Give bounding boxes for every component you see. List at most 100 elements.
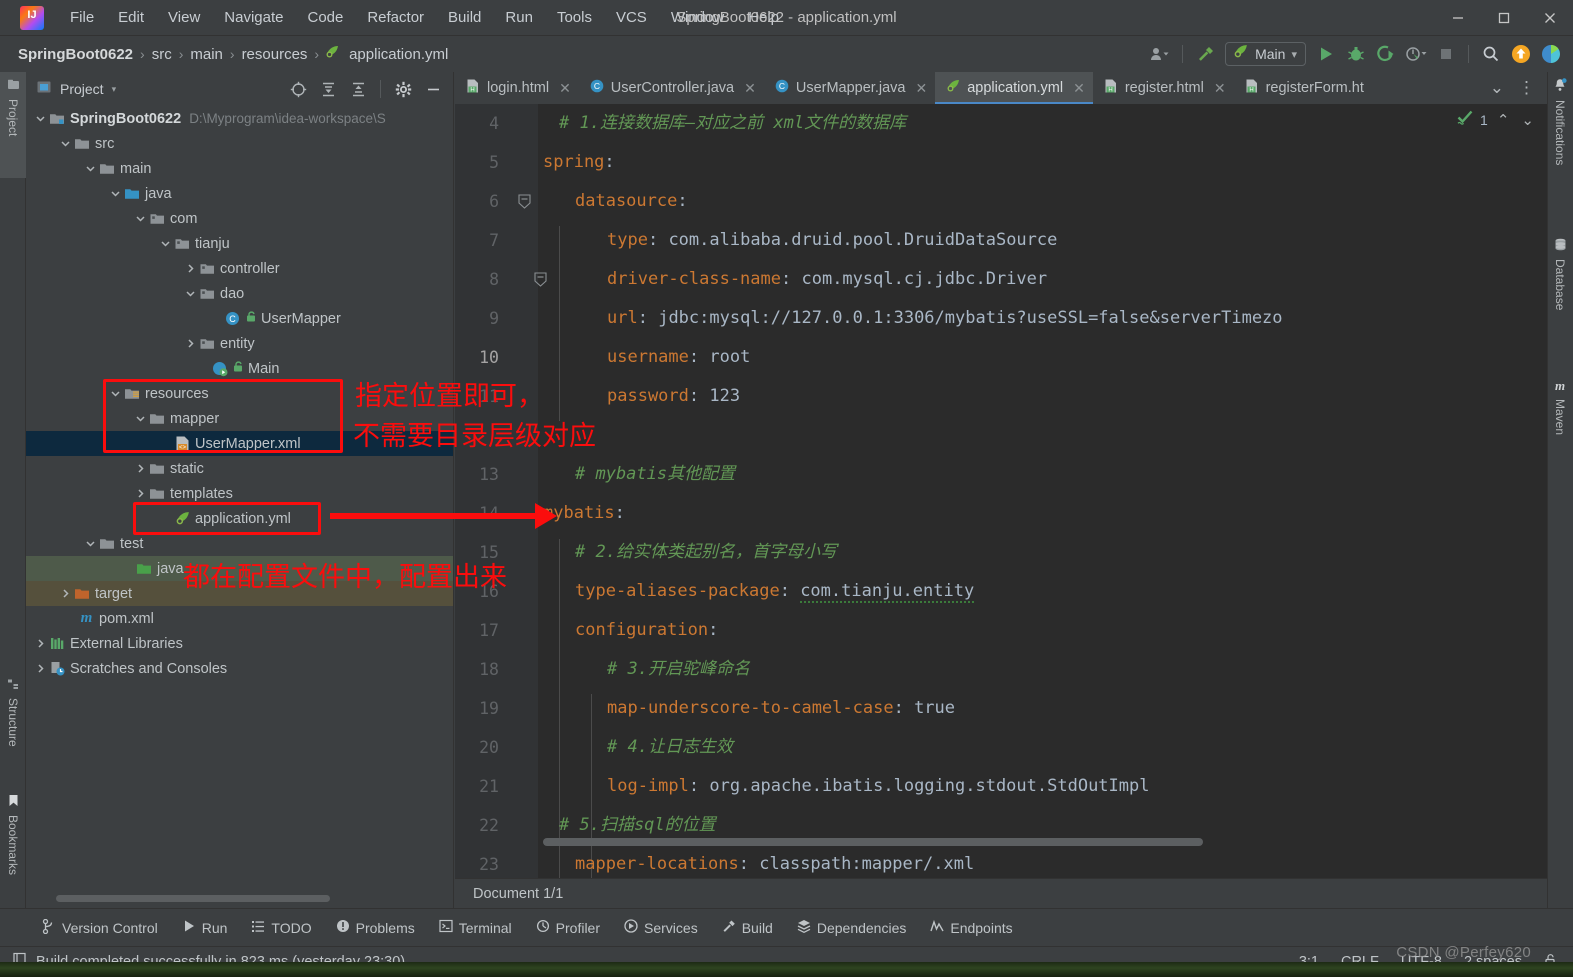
profiler-button[interactable] [1402, 41, 1430, 67]
chevron-down-icon[interactable]: ⌄ [1518, 111, 1537, 129]
code-line[interactable]: 21 log-impl: org.apache.ibatis.logging.s… [455, 767, 1547, 806]
code-line[interactable]: 20 # 4.让日志生效 [455, 728, 1547, 767]
tree-node-springboot0622[interactable]: SpringBoot0622 D:\Myprogram\idea-workspa… [26, 106, 453, 131]
sidebar-item-notifications[interactable]: Notifications [1547, 72, 1573, 220]
maximize-window-button[interactable] [1481, 0, 1527, 36]
bottom-item-terminal[interactable]: Terminal [427, 915, 524, 940]
tree-node-entity[interactable]: entity [26, 331, 453, 356]
code-line[interactable]: 13 # mybatis其他配置 [455, 455, 1547, 494]
editor-tab-usercontroller-java[interactable]: C UserController.java ✕ [579, 72, 764, 104]
editor-tab-register-html[interactable]: H register.html ✕ [1093, 72, 1234, 104]
sidebar-item-database[interactable]: Database [1547, 232, 1573, 362]
code-line[interactable]: 11 password: 123 [455, 377, 1547, 416]
code-line[interactable]: 15 # 2.给实体类起别名，首字母小写 [455, 533, 1547, 572]
menu-build[interactable]: Build [436, 6, 493, 29]
sidebar-item-bookmarks[interactable]: Bookmarks [0, 788, 26, 908]
code-line[interactable]: 14 mybatis: [455, 494, 1547, 533]
inspection-widget[interactable]: 1 ⌃ ⌄ [1456, 108, 1537, 131]
breadcrumb-item-file[interactable]: application.yml [345, 44, 452, 65]
tree-node-tianju[interactable]: tianju [26, 231, 453, 256]
chevron-down-icon[interactable]: ▾ [112, 84, 117, 95]
tree-node-main-class[interactable]: Main [26, 356, 453, 381]
menu-view[interactable]: View [156, 6, 212, 29]
user-settings-icon[interactable] [1146, 41, 1174, 67]
sidebar-item-maven[interactable]: m Maven [1547, 372, 1573, 482]
chevron-right-icon[interactable] [134, 487, 147, 500]
chevron-right-icon[interactable] [134, 462, 147, 475]
menu-edit[interactable]: Edit [106, 6, 156, 29]
bottom-item-run[interactable]: Run [170, 915, 240, 940]
code-line[interactable]: 18 # 3.开启驼峰命名 [455, 650, 1547, 689]
menu-file[interactable]: File [58, 6, 106, 29]
chevron-down-icon[interactable] [109, 387, 122, 400]
editor-tab-usermapper-java[interactable]: C UserMapper.java ✕ [764, 72, 935, 104]
close-icon[interactable]: ✕ [559, 80, 571, 97]
tree-node-dao[interactable]: dao [26, 281, 453, 306]
breadcrumb-item-project[interactable]: SpringBoot0622 [14, 44, 137, 65]
bottom-item-build[interactable]: Build [710, 915, 785, 940]
menu-tools[interactable]: Tools [545, 6, 604, 29]
chevron-right-icon[interactable] [184, 337, 197, 350]
tree-node-scratches-and-consoles[interactable]: Scratches and Consoles [26, 656, 453, 681]
editor-tab-strip[interactable]: H login.html ✕ C UserController.java ✕ C… [455, 72, 1547, 104]
chevron-right-icon[interactable] [184, 262, 197, 275]
menu-code[interactable]: Code [295, 6, 355, 29]
chevron-up-icon[interactable]: ⌃ [1494, 111, 1513, 129]
tree-node-test[interactable]: test [26, 531, 453, 556]
tree-node-pom-xml[interactable]: m pom.xml [26, 606, 453, 631]
chevron-down-icon[interactable] [109, 187, 122, 200]
tree-node-controller[interactable]: controller [26, 256, 453, 281]
code-line[interactable]: 8 driver-class-name: com.mysql.cj.jdbc.D… [455, 260, 1547, 299]
code-line[interactable]: 23 mapper-locations: classpath:mapper/.x… [455, 845, 1547, 878]
code-line[interactable]: 4 # 1.连接数据库—对应之前 xml文件的数据库 [455, 104, 1547, 143]
tree-node-mapper[interactable]: mapper [26, 406, 453, 431]
close-icon[interactable]: ✕ [1073, 80, 1085, 97]
breadcrumb-item-src[interactable]: src [148, 44, 176, 65]
chevron-down-icon[interactable] [34, 112, 47, 125]
editor-tab-login-html[interactable]: H login.html ✕ [455, 72, 579, 104]
sidebar-item-structure[interactable]: Structure [0, 672, 26, 784]
menu-help[interactable]: Help [736, 6, 791, 29]
project-tree[interactable]: SpringBoot0622 D:\Myprogram\idea-workspa… [26, 106, 453, 908]
run-button[interactable] [1312, 41, 1340, 67]
menu-bar[interactable]: File Edit View Navigate Code Refactor Bu… [58, 6, 791, 29]
menu-window[interactable]: Window [659, 6, 736, 29]
code-line[interactable]: 7 type: com.alibaba.druid.pool.DruidData… [455, 221, 1547, 260]
tree-node-templates[interactable]: templates [26, 481, 453, 506]
code-line[interactable]: 9 url: jdbc:mysql://127.0.0.1:3306/mybat… [455, 299, 1547, 338]
tree-node-target[interactable]: target [26, 581, 453, 606]
chevron-right-icon[interactable] [34, 637, 47, 650]
select-opened-file-icon[interactable] [284, 76, 312, 102]
code-line[interactable]: 17 configuration: [455, 611, 1547, 650]
code-editor[interactable]: 4 # 1.连接数据库—对应之前 xml文件的数据库 5 spring: 6 d… [455, 104, 1547, 878]
project-tree-hscrollbar[interactable] [56, 895, 436, 902]
build-hammer-icon[interactable] [1191, 41, 1219, 67]
scrollbar-thumb[interactable] [543, 838, 1203, 846]
search-everywhere-icon[interactable] [1477, 41, 1505, 67]
tree-node-usermapper-interface[interactable]: C UserMapper [26, 306, 453, 331]
code-line[interactable]: 16 type-aliases-package: com.tianju.enti… [455, 572, 1547, 611]
tree-node-java-test-sources[interactable]: java [26, 556, 453, 581]
editor-tab-registerform-html[interactable]: H registerForm.ht [1234, 72, 1372, 104]
close-icon[interactable]: ✕ [915, 80, 927, 97]
tree-node-src[interactable]: src [26, 131, 453, 156]
chevron-right-icon[interactable] [59, 587, 72, 600]
sidebar-item-project[interactable]: Project [0, 72, 26, 178]
code-line[interactable]: 10 username: root [455, 338, 1547, 377]
run-configuration-selector[interactable]: Main ▾ [1225, 42, 1306, 66]
code-line[interactable]: 6 datasource: [455, 182, 1547, 287]
tree-node-external-libraries[interactable]: External Libraries [26, 631, 453, 656]
run-with-coverage-button[interactable] [1372, 41, 1400, 67]
tree-node-main[interactable]: main [26, 156, 453, 181]
updates-icon[interactable] [1507, 41, 1535, 67]
breadcrumb[interactable]: SpringBoot0622 › src › main › resources … [14, 44, 452, 65]
chevron-down-icon[interactable] [84, 162, 97, 175]
bottom-item-dependencies[interactable]: Dependencies [785, 915, 919, 940]
collapse-all-icon[interactable] [344, 76, 372, 102]
chevron-down-icon[interactable] [134, 412, 147, 425]
chevron-down-icon[interactable] [159, 237, 172, 250]
tab-list-chevron-icon[interactable]: ⌄ [1484, 78, 1510, 98]
code-line[interactable]: 19 map-underscore-to-camel-case: true [455, 689, 1547, 728]
close-icon[interactable]: ✕ [1214, 80, 1226, 97]
tree-node-resources[interactable]: resources [26, 381, 453, 406]
